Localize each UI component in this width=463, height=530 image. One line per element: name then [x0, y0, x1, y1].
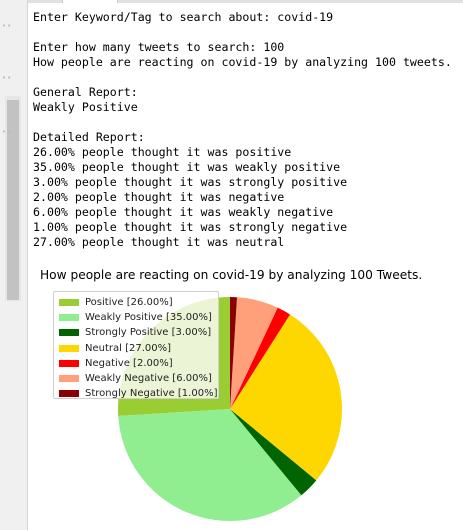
legend-item: Strongly Negative [1.00%] — [59, 386, 218, 401]
legend-label: Neutral [27.00%] — [85, 342, 172, 354]
console-line: 1.00% people thought it was strongly neg… — [33, 220, 348, 234]
chart-legend: Positive [26.00%] Weakly Positive [35.00… — [53, 291, 219, 399]
console-line: Detailed Report: — [33, 130, 145, 144]
console-line: Weakly Positive — [33, 100, 138, 114]
legend-label: Negative [2.00%] — [85, 357, 173, 369]
legend-item: Neutral [27.00%] — [59, 341, 218, 356]
legend-item: Positive [26.00%] — [59, 295, 218, 310]
gutter-marker: •• — [2, 22, 13, 30]
legend-item: Weakly Negative [6.00%] — [59, 371, 218, 386]
legend-swatch — [59, 329, 79, 337]
legend-swatch — [59, 344, 79, 352]
console-line: General Report: — [33, 85, 138, 99]
pie-chart-figure: How people are reacting on covid-19 by a… — [28, 262, 463, 530]
tab-strip — [28, 0, 463, 3]
legend-swatch — [59, 314, 79, 322]
legend-label: Strongly Negative [1.00%] — [85, 388, 218, 400]
console-output: Enter Keyword/Tag to search about: covid… — [33, 10, 452, 250]
legend-swatch — [59, 359, 79, 367]
console-line: 3.00% people thought it was strongly pos… — [33, 175, 348, 189]
console-line: 26.00% people thought it was positive — [33, 145, 292, 159]
tab-console[interactable] — [62, 0, 118, 3]
console-line: Enter Keyword/Tag to search about: covid… — [33, 10, 334, 24]
console-line: 35.00% people thought it was weakly posi… — [33, 160, 341, 174]
legend-swatch — [59, 299, 79, 307]
console-line: 27.00% people thought it was neutral — [33, 235, 285, 249]
legend-label: Positive [26.00%] — [85, 297, 173, 309]
gutter-marker: •• — [2, 128, 13, 136]
legend-label: Weakly Positive [35.00%] — [85, 312, 212, 324]
editor-gutter: •• •• •• — [0, 0, 28, 530]
console-line: How people are reacting on covid-19 by a… — [33, 55, 452, 69]
legend-item: Strongly Positive [3.00%] — [59, 325, 218, 340]
chart-title: How people are reacting on covid-19 by a… — [40, 268, 423, 282]
console-line: Enter how many tweets to search: 100 — [33, 40, 285, 54]
legend-item: Negative [2.00%] — [59, 356, 218, 371]
legend-item: Weakly Positive [35.00%] — [59, 310, 218, 325]
console-line: 6.00% people thought it was weakly negat… — [33, 205, 334, 219]
legend-swatch — [59, 375, 79, 383]
console-line: 2.00% people thought it was negative — [33, 190, 285, 204]
gutter-marker: •• — [2, 74, 13, 82]
legend-label: Weakly Negative [6.00%] — [85, 373, 212, 385]
legend-label: Strongly Positive [3.00%] — [85, 327, 212, 339]
legend-swatch — [59, 390, 79, 398]
